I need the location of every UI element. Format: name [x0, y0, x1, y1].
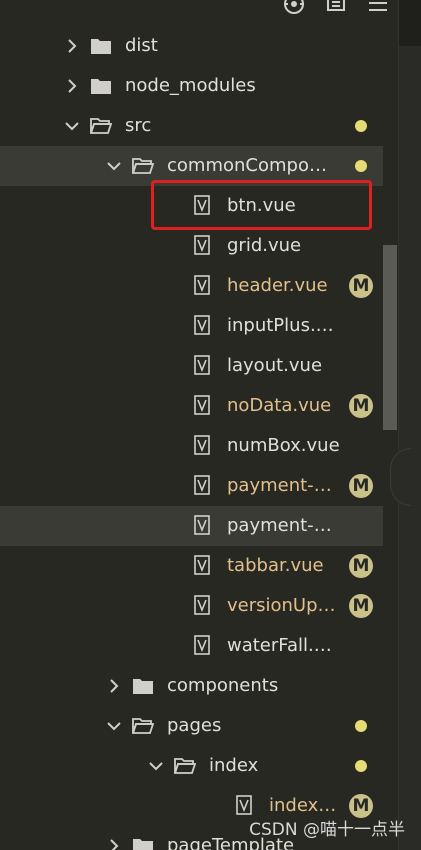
chevron-down-icon[interactable] — [62, 116, 82, 136]
chevron-down-icon[interactable] — [104, 156, 124, 176]
chevron-right-icon[interactable] — [62, 76, 82, 96]
status-dot — [355, 720, 367, 732]
tree-file-row[interactable]: waterFall.vue — [0, 626, 383, 666]
explorer-toolbar — [281, 0, 391, 18]
folder-icon — [90, 76, 112, 96]
tree-item-label: components — [167, 675, 279, 696]
menu-icon[interactable] — [365, 0, 391, 18]
tree-file-row[interactable]: numBox.vue — [0, 426, 383, 466]
tree-folder-row[interactable]: commonCompone... — [0, 146, 383, 186]
vue-file-icon — [194, 595, 210, 615]
tree-item-label: inputPlus.vue — [227, 315, 340, 336]
tree-file-row[interactable]: versionUpdat... M — [0, 586, 383, 626]
tree-item-label: commonCompone... — [167, 155, 330, 176]
modified-badge: M — [349, 274, 373, 298]
tree-item-label: header.vue — [227, 275, 328, 296]
tree-file-row[interactable]: inputPlus.vue — [0, 306, 383, 346]
tree-item-label: payment-passw... — [227, 515, 340, 536]
vue-file-icon — [194, 475, 210, 495]
folder-icon — [90, 36, 112, 56]
tree-item-label: waterFall.vue — [227, 635, 340, 656]
tree-item-label: btn.vue — [227, 195, 296, 216]
chevron-right-icon[interactable] — [62, 36, 82, 56]
tree-file-row[interactable]: tabbar.vue M — [0, 546, 383, 586]
scrollbar-thumb[interactable] — [383, 245, 397, 430]
tree-folder-row[interactable]: dist — [0, 26, 383, 66]
modified-badge: M — [349, 594, 373, 618]
vue-file-icon — [194, 435, 210, 455]
chevron-right-icon[interactable] — [104, 676, 124, 696]
new-file-icon[interactable] — [323, 0, 349, 18]
tree-folder-row[interactable]: pages — [0, 706, 383, 746]
vue-file-icon — [236, 795, 252, 815]
tree-item-label: src — [125, 115, 152, 136]
tree-item-label: tabbar.vue — [227, 555, 324, 576]
folder-open-icon — [131, 716, 155, 736]
tree-folder-row[interactable]: index — [0, 746, 383, 786]
tree-file-row[interactable]: payment-pas... M — [0, 466, 383, 506]
vue-file-icon — [194, 315, 210, 335]
tree-item-label: grid.vue — [227, 235, 302, 256]
status-dot — [355, 760, 367, 772]
vue-file-icon — [194, 235, 210, 255]
chevron-down-icon[interactable] — [104, 716, 124, 736]
target-icon[interactable] — [281, 0, 307, 18]
tree-file-row[interactable]: btn.vue — [0, 186, 383, 226]
tree-item-label: index — [209, 755, 259, 776]
folder-icon — [132, 676, 154, 696]
tree-file-row[interactable]: noData.vue M — [0, 386, 383, 426]
folder-open-icon — [173, 756, 197, 776]
vue-file-icon — [194, 275, 210, 295]
tree-item-label: dist — [125, 35, 158, 56]
tree-item-label: pages — [167, 715, 222, 736]
watermark: CSDN @喵十一点半 — [249, 820, 405, 840]
modified-badge: M — [349, 474, 373, 498]
editor-edge-top — [399, 0, 421, 46]
chevron-down-icon[interactable] — [146, 756, 166, 776]
folder-open-icon — [131, 156, 155, 176]
tree-item-label: layout.vue — [227, 355, 323, 376]
tree-file-row[interactable]: layout.vue — [0, 346, 383, 386]
file-explorer-panel: dist node_modulessrc commonCompone... btn.v… — [0, 0, 421, 850]
tree-folder-row[interactable]: src — [0, 106, 383, 146]
editor-edge — [398, 0, 421, 850]
status-dot — [355, 120, 367, 132]
panel-resize-handle[interactable] — [390, 448, 411, 506]
tree-folder-row[interactable]: node_modules — [0, 66, 383, 106]
folder-icon — [132, 836, 154, 850]
vue-file-icon — [194, 355, 210, 375]
tree-folder-row[interactable]: components — [0, 666, 383, 706]
tree-file-row[interactable]: header.vue M — [0, 266, 383, 306]
tree-item-label: node_modules — [125, 75, 256, 96]
tree-item-label: noData.vue — [227, 395, 332, 416]
vue-file-icon — [194, 195, 210, 215]
vue-file-icon — [194, 395, 210, 415]
vue-file-icon — [194, 515, 210, 535]
modified-badge: M — [349, 394, 373, 418]
status-dot — [355, 160, 367, 172]
vue-file-icon — [194, 555, 210, 575]
tree-item-label: numBox.vue — [227, 435, 340, 456]
tree-item-label: versionUpdat... — [227, 595, 340, 616]
tree-file-row[interactable]: payment-passw... — [0, 506, 383, 546]
chevron-right-icon[interactable] — [104, 836, 124, 850]
vue-file-icon — [194, 635, 210, 655]
folder-open-icon — [89, 116, 113, 136]
tree-item-label: payment-pas... — [227, 475, 340, 496]
tree-file-row[interactable]: grid.vue — [0, 226, 383, 266]
modified-badge: M — [349, 554, 373, 578]
